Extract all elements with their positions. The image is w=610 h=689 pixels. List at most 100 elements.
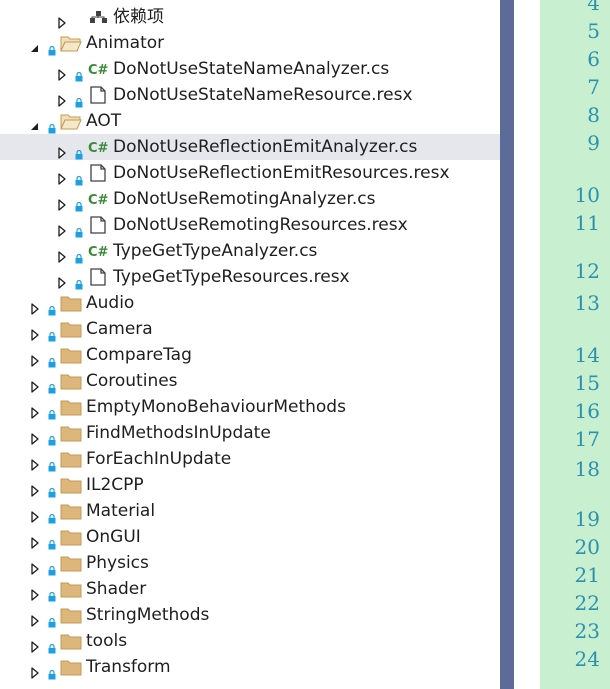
lock-icon bbox=[48, 532, 56, 550]
tree-item-label: OnGUI bbox=[86, 527, 141, 547]
expand-arrow-icon[interactable] bbox=[30, 609, 40, 627]
lock-icon bbox=[75, 194, 83, 212]
expand-arrow-icon[interactable] bbox=[30, 297, 40, 315]
expand-arrow-icon[interactable] bbox=[30, 531, 40, 549]
expand-arrow-icon[interactable] bbox=[57, 89, 67, 107]
line-number: 9 bbox=[587, 131, 600, 155]
line-number: 8 bbox=[587, 103, 600, 127]
lock-icon bbox=[48, 506, 56, 524]
tree-folder-row[interactable]: AOT bbox=[0, 108, 500, 134]
tree-file-row[interactable]: DoNotUseRemotingResources.resx bbox=[0, 212, 500, 238]
expand-arrow-icon[interactable] bbox=[30, 427, 40, 445]
tree-file-row[interactable]: C# DoNotUseRemotingAnalyzer.cs bbox=[0, 186, 500, 212]
tree-folder-row[interactable]: ForEachInUpdate bbox=[0, 446, 500, 472]
tree-folder-row[interactable]: Material bbox=[0, 498, 500, 524]
tree-folder-row[interactable]: Camera bbox=[0, 316, 500, 342]
tree-item-label: Physics bbox=[86, 553, 149, 573]
line-number-gutter: 4 5 6 7 8 9 10 11 12 13 14 15 16 17 18 19 20 21 22 23 24 bbox=[540, 0, 610, 689]
tree-folder-row[interactable]: FindMethodsInUpdate bbox=[0, 420, 500, 446]
tree-folder-row[interactable]: Transform bbox=[0, 654, 500, 680]
tree-folder-row[interactable]: OnGUI bbox=[0, 524, 500, 550]
tree-file-row[interactable]: 依赖项 bbox=[0, 4, 500, 30]
expand-arrow-icon[interactable] bbox=[30, 583, 40, 601]
folder-icon bbox=[60, 450, 82, 468]
expand-arrow-icon[interactable] bbox=[57, 245, 67, 263]
resx-file-icon bbox=[87, 164, 109, 182]
tree-item-label: StringMethods bbox=[86, 605, 210, 625]
folder-icon bbox=[60, 658, 82, 676]
line-number: 16 bbox=[574, 399, 600, 423]
lock-icon bbox=[48, 116, 56, 134]
expand-arrow-icon[interactable] bbox=[57, 219, 67, 237]
line-number: 7 bbox=[587, 75, 600, 99]
tree-folder-row[interactable]: EmptyMonoBehaviourMethods bbox=[0, 394, 500, 420]
expand-arrow-icon[interactable] bbox=[30, 375, 40, 393]
folder-icon bbox=[60, 502, 82, 520]
tree-item-label: Camera bbox=[86, 319, 153, 339]
tree-item-label: AOT bbox=[86, 111, 122, 131]
lock-icon bbox=[48, 428, 56, 446]
expand-arrow-icon[interactable] bbox=[30, 635, 40, 653]
tree-file-row-selected[interactable]: C# DoNotUseReflectionEmitAnalyzer.cs bbox=[0, 134, 500, 160]
folder-icon bbox=[60, 580, 82, 598]
expand-arrow-icon[interactable] bbox=[30, 349, 40, 367]
svg-text:C#: C# bbox=[88, 141, 109, 156]
lock-icon bbox=[48, 350, 56, 368]
expand-arrow-icon[interactable] bbox=[30, 479, 40, 497]
lock-icon bbox=[48, 454, 56, 472]
expand-arrow-icon[interactable] bbox=[30, 661, 40, 679]
expand-arrow-icon[interactable] bbox=[30, 401, 40, 419]
collapse-arrow-icon[interactable] bbox=[30, 115, 40, 130]
tree-folder-row[interactable]: Physics bbox=[0, 550, 500, 576]
expand-arrow-icon[interactable] bbox=[57, 167, 67, 185]
expand-arrow-icon[interactable] bbox=[30, 323, 40, 341]
line-number: 13 bbox=[574, 291, 600, 315]
panel-splitter[interactable] bbox=[500, 0, 514, 689]
tree-folder-row[interactable]: Shader bbox=[0, 576, 500, 602]
tree-item-label: DoNotUseStateNameAnalyzer.cs bbox=[113, 59, 390, 79]
folder-open-icon bbox=[60, 34, 82, 52]
tree-item-label: Audio bbox=[86, 293, 135, 313]
tree-folder-row[interactable]: Audio bbox=[0, 290, 500, 316]
tree-file-row[interactable]: TypeGetTypeResources.resx bbox=[0, 264, 500, 290]
tree-folder-row[interactable]: tools bbox=[0, 628, 500, 654]
tree-folder-row[interactable]: StringMethods bbox=[0, 602, 500, 628]
tree-folder-row[interactable]: IL2CPP bbox=[0, 472, 500, 498]
tree-folder-row[interactable]: Animator bbox=[0, 30, 500, 56]
collapse-arrow-icon[interactable] bbox=[30, 37, 40, 52]
line-number: 15 bbox=[574, 371, 600, 395]
folder-icon bbox=[60, 294, 82, 312]
line-number: 17 bbox=[574, 427, 600, 451]
folder-icon bbox=[60, 372, 82, 390]
tree-item-label: DoNotUseRemotingAnalyzer.cs bbox=[113, 189, 376, 209]
tree-folder-row[interactable]: CompareTag bbox=[0, 342, 500, 368]
tree-folder-row[interactable]: Coroutines bbox=[0, 368, 500, 394]
line-number: 24 bbox=[574, 647, 600, 671]
lock-icon bbox=[48, 480, 56, 498]
lock-icon bbox=[48, 402, 56, 420]
tree-file-row[interactable]: C# DoNotUseStateNameAnalyzer.cs bbox=[0, 56, 500, 82]
expand-arrow-icon[interactable] bbox=[30, 453, 40, 471]
csharp-file-icon: C# bbox=[87, 138, 109, 156]
line-number: 11 bbox=[574, 211, 600, 235]
lock-icon bbox=[48, 38, 56, 56]
lock-icon bbox=[48, 662, 56, 680]
csharp-file-icon: C# bbox=[87, 190, 109, 208]
expand-arrow-icon[interactable] bbox=[57, 63, 67, 81]
lock-icon bbox=[75, 168, 83, 186]
expand-arrow-icon[interactable] bbox=[30, 505, 40, 523]
svg-text:C#: C# bbox=[88, 245, 109, 260]
expand-arrow-icon[interactable] bbox=[57, 141, 67, 159]
line-number: 21 bbox=[574, 563, 600, 587]
lock-icon bbox=[75, 220, 83, 238]
expand-arrow-icon[interactable] bbox=[57, 11, 67, 29]
line-number: 23 bbox=[574, 619, 600, 643]
lock-icon bbox=[48, 324, 56, 342]
expand-arrow-icon[interactable] bbox=[57, 193, 67, 211]
tree-file-row[interactable]: C# TypeGetTypeAnalyzer.cs bbox=[0, 238, 500, 264]
tree-file-row[interactable]: DoNotUseReflectionEmitResources.resx bbox=[0, 160, 500, 186]
expand-arrow-icon[interactable] bbox=[57, 271, 67, 289]
expand-arrow-icon[interactable] bbox=[30, 557, 40, 575]
tree-file-row[interactable]: DoNotUseStateNameResource.resx bbox=[0, 82, 500, 108]
resx-file-icon bbox=[87, 216, 109, 234]
